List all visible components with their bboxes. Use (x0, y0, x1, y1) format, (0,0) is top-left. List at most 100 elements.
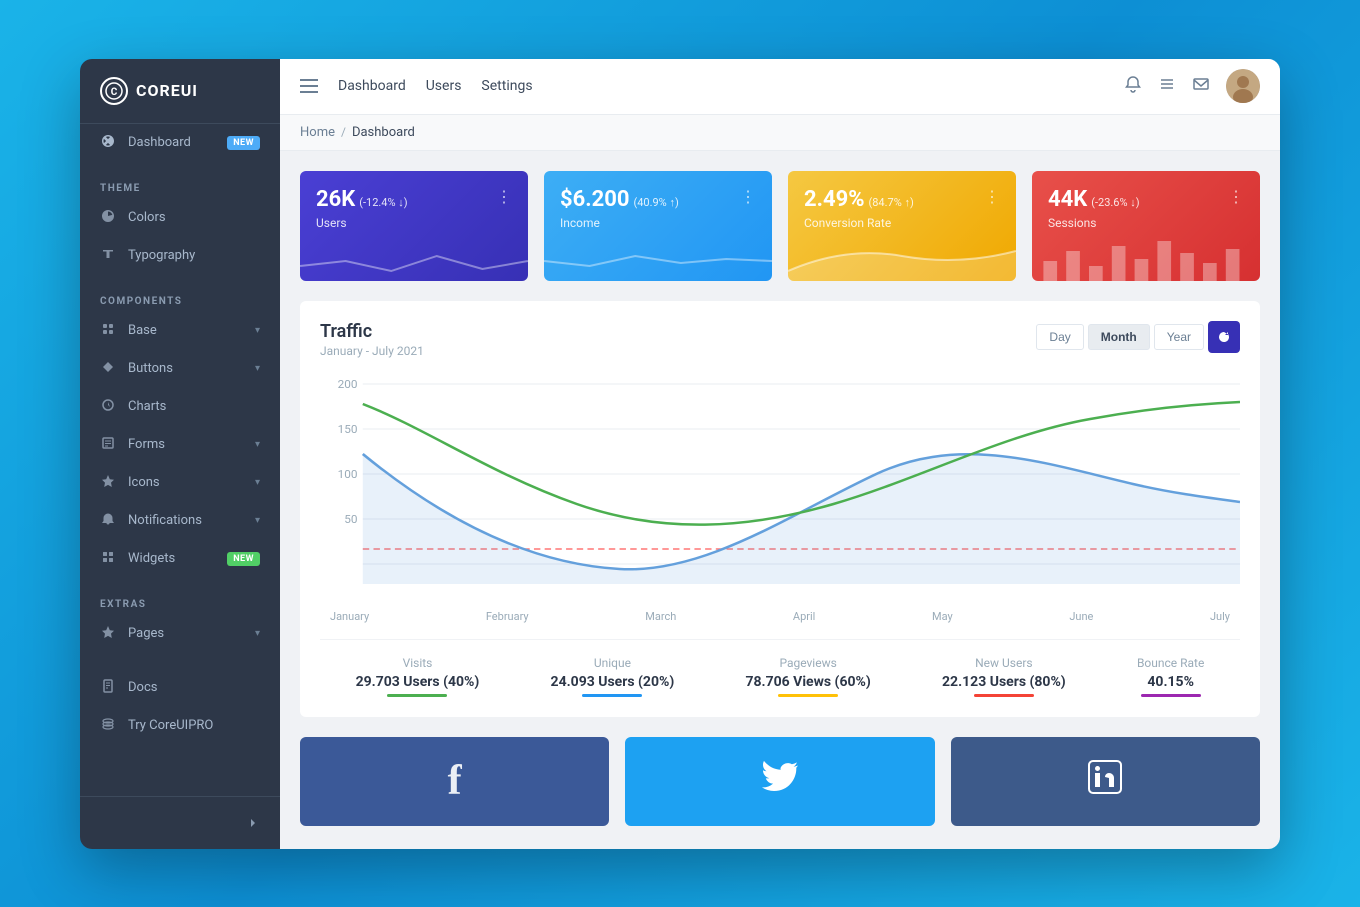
sidebar-item-forms[interactable]: Forms ▾ (80, 426, 280, 464)
stat-chart-users (300, 231, 528, 281)
traffic-stat-unique-label: Unique (551, 656, 675, 670)
notifications-icon (100, 512, 116, 530)
traffic-stat-bounce-bar (1141, 694, 1201, 697)
sidebar-item-typography[interactable]: Typography (80, 237, 280, 275)
time-btn-day[interactable]: Day (1036, 324, 1083, 350)
sidebar-item-widgets[interactable]: Widgets NEW (80, 540, 280, 578)
traffic-stat-unique-value: 24.093 Users (20%) (551, 674, 675, 690)
stat-card-value-wrapper: 26K (-12.4% ↓) (316, 187, 408, 212)
traffic-stat-unique: Unique 24.093 Users (20%) (551, 656, 675, 697)
social-card-facebook[interactable]: f (300, 737, 609, 826)
chart-x-labels: January February March April May June Ju… (320, 610, 1240, 623)
stat-card-income: $6.200 (40.9% ↑) ⋮ Income (544, 171, 772, 281)
traffic-title-group: Traffic January - July 2021 (320, 321, 424, 358)
envelope-icon[interactable] (1192, 75, 1210, 98)
traffic-stat-newusers-label: New Users (942, 656, 1066, 670)
app-container: C COREUI Dashboard NEW THEME (80, 59, 1280, 849)
x-label-jun: June (1069, 610, 1093, 623)
stat-label-users: Users (316, 216, 512, 230)
sidebar-bottom (80, 796, 280, 849)
docs-icon (100, 679, 116, 697)
topnav-left: Dashboard Users Settings (300, 74, 533, 98)
stat-card-sessions: 44K (-23.6% ↓) ⋮ Sessions (1032, 171, 1260, 281)
traffic-stat-visits-value: 29.703 Users (40%) (356, 674, 480, 690)
sidebar-item-colors[interactable]: Colors (80, 199, 280, 237)
traffic-stat-newusers-bar (974, 694, 1034, 697)
sidebar-typography-label: Typography (128, 248, 260, 263)
sidebar-item-pages[interactable]: Pages ▾ (80, 615, 280, 653)
widgets-icon (100, 550, 116, 568)
svg-text:50: 50 (344, 512, 357, 526)
extras-section-label: EXTRAS (100, 599, 146, 610)
stat-menu-users[interactable]: ⋮ (496, 187, 512, 206)
chart-refresh-button[interactable] (1208, 321, 1240, 353)
stat-value-sessions: 44K (1048, 187, 1087, 212)
forms-chevron-icon: ▾ (255, 439, 260, 450)
stat-card-value-wrapper-conversion: 2.49% (84.7% ↑) (804, 187, 914, 212)
traffic-stat-newusers: New Users 22.123 Users (80%) (942, 656, 1066, 697)
sidebar-item-charts[interactable]: Charts (80, 388, 280, 426)
avatar[interactable] (1226, 69, 1260, 103)
topnav-users-link[interactable]: Users (426, 74, 462, 98)
traffic-stat-visits-label: Visits (356, 656, 480, 670)
sidebar-item-base[interactable]: Base ▾ (80, 312, 280, 350)
social-card-twitter[interactable] (625, 737, 934, 826)
hamburger-line3 (300, 91, 318, 93)
hamburger-line2 (300, 85, 318, 87)
traffic-subtitle: January - July 2021 (320, 344, 424, 358)
bell-icon[interactable] (1124, 75, 1142, 98)
base-icon (100, 322, 116, 340)
page-content: 26K (-12.4% ↓) ⋮ Users (280, 151, 1280, 849)
stat-value-income: $6.200 (560, 187, 630, 212)
sidebar-try-label: Try CoreUIPRO (128, 718, 260, 733)
sidebar-item-docs[interactable]: Docs (80, 669, 280, 707)
collapse-sidebar-button[interactable] (100, 807, 260, 839)
stat-menu-sessions[interactable]: ⋮ (1228, 187, 1244, 206)
time-btn-month[interactable]: Month (1088, 324, 1150, 350)
traffic-header: Traffic January - July 2021 Day Month Ye… (320, 321, 1240, 358)
sidebar-item-dashboard[interactable]: Dashboard NEW (80, 124, 280, 162)
sidebar-base-label: Base (128, 323, 243, 338)
x-label-feb: February (486, 610, 529, 623)
stat-change-income: (40.9% ↑) (633, 196, 678, 209)
stat-chart-conversion (788, 231, 1016, 281)
sidebar-icons-label: Icons (128, 475, 243, 490)
x-label-may: May (932, 610, 953, 623)
topnav-settings-link[interactable]: Settings (481, 74, 532, 98)
stat-card-users: 26K (-12.4% ↓) ⋮ Users (300, 171, 528, 281)
breadcrumb-home[interactable]: Home (300, 125, 335, 140)
list-icon[interactable] (1158, 75, 1176, 98)
try-icon (100, 717, 116, 735)
traffic-card: Traffic January - July 2021 Day Month Ye… (300, 301, 1260, 717)
widgets-badge: NEW (227, 552, 260, 566)
sidebar-docs-label: Docs (128, 680, 260, 695)
linkedin-icon (1085, 757, 1125, 806)
sidebar-item-buttons[interactable]: Buttons ▾ (80, 350, 280, 388)
stat-menu-income[interactable]: ⋮ (740, 187, 756, 206)
stat-change-users: (-12.4% ↓) (359, 196, 407, 209)
buttons-chevron-icon: ▾ (255, 363, 260, 374)
stat-label-conversion: Conversion Rate (804, 216, 1000, 230)
stat-menu-conversion[interactable]: ⋮ (984, 187, 1000, 206)
topnav-dashboard-link[interactable]: Dashboard (338, 74, 406, 98)
sidebar-item-try[interactable]: Try CoreUIPRO (80, 707, 280, 745)
stat-card-header-users: 26K (-12.4% ↓) ⋮ (316, 187, 512, 212)
sidebar-item-icons[interactable]: Icons ▾ (80, 464, 280, 502)
svg-text:200: 200 (338, 377, 358, 391)
breadcrumb: Home / Dashboard (280, 115, 1280, 151)
pages-icon (100, 625, 116, 643)
logo-icon: C (100, 77, 128, 105)
sidebar-notifications-label: Notifications (128, 513, 243, 528)
theme-section-label: THEME (100, 183, 141, 194)
breadcrumb-current: Dashboard (352, 125, 415, 140)
social-card-linkedin[interactable] (951, 737, 1260, 826)
sidebar-item-notifications[interactable]: Notifications ▾ (80, 502, 280, 540)
time-btn-year[interactable]: Year (1154, 324, 1204, 350)
traffic-stat-pageviews-label: Pageviews (745, 656, 870, 670)
stat-value-users: 26K (316, 187, 355, 212)
traffic-stat-visits: Visits 29.703 Users (40%) (356, 656, 480, 697)
traffic-stat-bounce: Bounce Rate 40.15% (1137, 656, 1204, 697)
sidebar: C COREUI Dashboard NEW THEME (80, 59, 280, 849)
sidebar-colors-label: Colors (128, 210, 260, 225)
hamburger-button[interactable] (300, 79, 318, 93)
